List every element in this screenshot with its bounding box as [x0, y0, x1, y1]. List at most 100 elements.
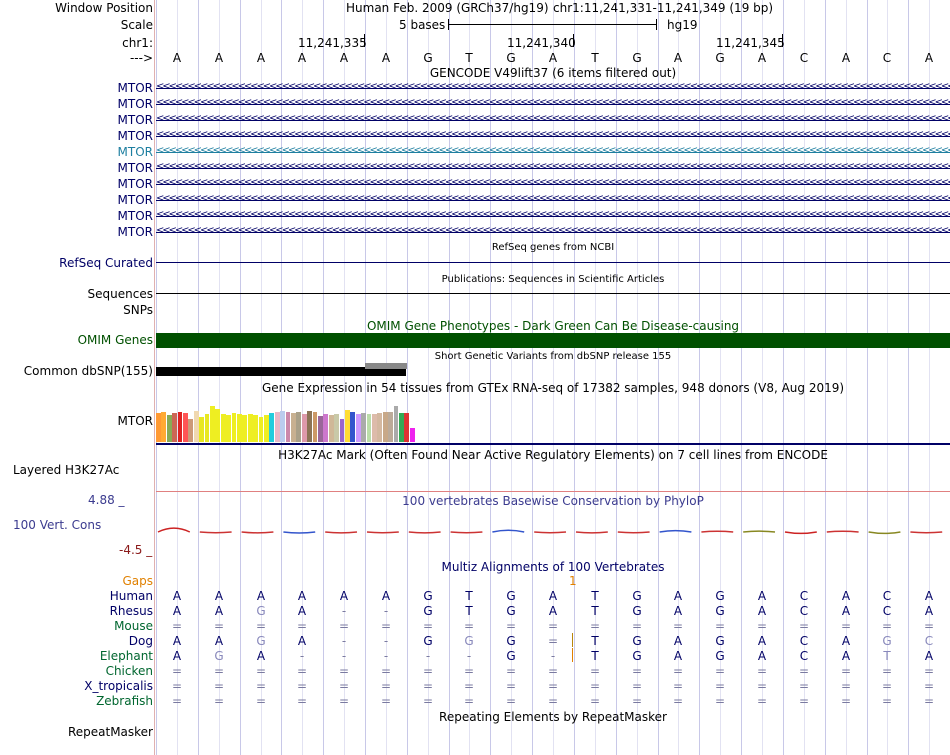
omim-track-title[interactable]: OMIM Gene Phenotypes - Dark Green Can Be… [156, 319, 950, 333]
gtex-tissue-bar[interactable] [345, 410, 350, 442]
gencode-gene-label[interactable]: MTOR [118, 145, 153, 159]
publications-line[interactable] [156, 293, 950, 294]
gencode-gene-label[interactable]: MTOR [118, 81, 153, 95]
gencode-gene-label[interactable]: MTOR [118, 177, 153, 191]
species-label[interactable]: Zebrafish [96, 694, 153, 708]
gtex-tissue-bar[interactable] [199, 417, 204, 442]
gtex-tissue-bar[interactable] [377, 413, 383, 442]
gtex-tissue-bar[interactable] [382, 412, 388, 442]
gtex-tissue-bar[interactable] [285, 412, 291, 442]
gtex-tissue-bar[interactable] [231, 413, 237, 442]
gtex-tissue-bar[interactable] [264, 415, 269, 442]
gtex-tissue-bar[interactable] [404, 413, 410, 442]
omim-phenotype-bar[interactable] [156, 333, 950, 348]
gencode-transcript[interactable]: <<<<<<<<<<<<<<<<<<<<<<<<<<<<<<<<<<<<<<<<… [156, 178, 950, 190]
gencode-gene-label[interactable]: MTOR [118, 129, 153, 143]
gtex-tissue-bar[interactable] [312, 412, 318, 442]
gtex-tissue-bar[interactable] [409, 428, 415, 442]
gtex-tissue-bar[interactable] [204, 414, 210, 442]
species-label[interactable]: Rhesus [110, 604, 153, 618]
gtex-tissue-bar[interactable] [188, 419, 194, 442]
gtex-tissue-bar[interactable] [215, 409, 221, 442]
gencode-gene-label[interactable]: MTOR [118, 193, 153, 207]
h3k27ac-track-label[interactable]: Layered H3K27Ac [13, 463, 119, 477]
gencode-gene-label[interactable]: MTOR [118, 209, 153, 223]
dbsnp-variant-marker[interactable] [365, 363, 407, 369]
gtex-tissue-bar[interactable] [183, 413, 188, 442]
phylop-conservation-plot[interactable] [156, 520, 950, 546]
gtex-tissue-bar[interactable] [220, 414, 226, 442]
gtex-tissue-bar[interactable] [247, 414, 253, 442]
gtex-tissue-bar[interactable] [328, 415, 334, 442]
multiz-track-title[interactable]: Multiz Alignments of 100 Vertebrates [156, 560, 950, 574]
gtex-tissue-bar[interactable] [388, 412, 393, 442]
gtex-tissue-bar[interactable] [307, 411, 312, 442]
refseq-gene-line[interactable] [156, 262, 950, 263]
gencode-transcript[interactable]: <<<<<<<<<<<<<<<<<<<<<<<<<<<<<<<<<<<<<<<<… [156, 210, 950, 222]
gtex-tissue-bar[interactable] [226, 415, 231, 442]
gtex-tissue-bar[interactable] [237, 414, 242, 442]
gencode-transcript[interactable]: <<<<<<<<<<<<<<<<<<<<<<<<<<<<<<<<<<<<<<<<… [156, 114, 950, 126]
species-label[interactable]: Dog [129, 634, 153, 648]
phylop-track-label[interactable]: 100 Vert. Cons [13, 518, 101, 532]
gencode-gene-label[interactable]: MTOR [118, 161, 153, 175]
genome-browser-image[interactable]: Window Position Human Feb. 2009 (GRCh37/… [0, 0, 950, 755]
gtex-tissue-bar[interactable] [318, 416, 323, 442]
gtex-tissue-bar[interactable] [274, 412, 280, 442]
gtex-tissue-bar[interactable] [355, 414, 361, 442]
publications-track-title[interactable]: Publications: Sequences in Scientific Ar… [156, 273, 950, 287]
gtex-tissue-bar[interactable] [393, 406, 399, 442]
gtex-tissue-bar[interactable] [258, 417, 264, 442]
gtex-tissue-bar[interactable] [280, 411, 285, 442]
gencode-transcript[interactable]: <<<<<<<<<<<<<<<<<<<<<<<<<<<<<<<<<<<<<<<<… [156, 98, 950, 110]
species-label[interactable]: X_tropicalis [84, 679, 153, 693]
gtex-tissue-bar[interactable] [372, 414, 377, 442]
species-label[interactable]: Human [110, 589, 153, 603]
gtex-tissue-bar[interactable] [361, 413, 366, 442]
h3k27ac-track-title[interactable]: H3K27Ac Mark (Often Found Near Active Re… [156, 448, 950, 462]
gtex-tissue-bar[interactable] [350, 412, 356, 442]
gencode-transcript[interactable]: <<<<<<<<<<<<<<<<<<<<<<<<<<<<<<<<<<<<<<<<… [156, 82, 950, 94]
gtex-tissue-bars[interactable] [156, 395, 556, 442]
omim-track-label[interactable]: OMIM Genes [78, 333, 153, 347]
species-label[interactable]: Chicken [106, 664, 153, 678]
gencode-track-title[interactable]: GENCODE V49lift37 (6 items filtered out) [156, 66, 950, 80]
gtex-tissue-bar[interactable] [177, 412, 183, 442]
gtex-tissue-bar[interactable] [291, 413, 296, 442]
gtex-tissue-bar[interactable] [161, 412, 167, 442]
gtex-tissue-bar[interactable] [334, 414, 339, 442]
gtex-tissue-bar[interactable] [366, 414, 372, 442]
gencode-transcript[interactable]: <<<<<<<<<<<<<<<<<<<<<<<<<<<<<<<<<<<<<<<<… [156, 162, 950, 174]
gencode-transcript[interactable]: <<<<<<<<<<<<<<<<<<<<<<<<<<<<<<<<<<<<<<<<… [156, 146, 950, 158]
dbsnp-track-label[interactable]: Common dbSNP(155) [24, 364, 153, 378]
gencode-gene-label[interactable]: MTOR [118, 113, 153, 127]
species-label[interactable]: Elephant [100, 649, 153, 663]
gtex-tissue-bar[interactable] [296, 412, 302, 442]
gtex-tissue-bar[interactable] [253, 415, 258, 442]
gtex-tissue-bar[interactable] [301, 414, 307, 442]
gencode-transcript[interactable]: <<<<<<<<<<<<<<<<<<<<<<<<<<<<<<<<<<<<<<<<… [156, 194, 950, 206]
gtex-tissue-bar[interactable] [193, 411, 199, 442]
gtex-tissue-bar[interactable] [156, 413, 161, 442]
species-label[interactable]: Mouse [114, 619, 153, 633]
gtex-tissue-bar[interactable] [166, 415, 172, 442]
gencode-gene-label[interactable]: MTOR [118, 97, 153, 111]
gtex-tissue-bar[interactable] [210, 406, 215, 442]
gtex-tissue-bar[interactable] [242, 415, 248, 442]
gtex-tissue-bar[interactable] [323, 414, 329, 442]
gtex-tissue-bar[interactable] [339, 419, 345, 442]
repeatmasker-track-title[interactable]: Repeating Elements by RepeatMasker [156, 710, 950, 724]
gencode-transcript[interactable]: <<<<<<<<<<<<<<<<<<<<<<<<<<<<<<<<<<<<<<<<… [156, 130, 950, 142]
gencode-transcript[interactable]: <<<<<<<<<<<<<<<<<<<<<<<<<<<<<<<<<<<<<<<<… [156, 226, 950, 238]
gtex-tissue-bar[interactable] [172, 413, 177, 442]
publications-track-label[interactable]: Sequences [88, 287, 153, 301]
refseq-track-title[interactable]: RefSeq genes from NCBI [156, 241, 950, 255]
gtex-gene-label[interactable]: MTOR [118, 414, 153, 428]
gtex-tissue-bar[interactable] [399, 413, 404, 442]
gencode-gene-label[interactable]: MTOR [118, 225, 153, 239]
gtex-tissue-bar[interactable] [269, 413, 275, 442]
dbsnp-track-title[interactable]: Short Genetic Variants from dbSNP releas… [156, 350, 950, 364]
gtex-track-title[interactable]: Gene Expression in 54 tissues from GTEx … [156, 381, 950, 395]
refseq-track-label[interactable]: RefSeq Curated [59, 256, 153, 270]
repeatmasker-track-label[interactable]: RepeatMasker [68, 725, 153, 739]
